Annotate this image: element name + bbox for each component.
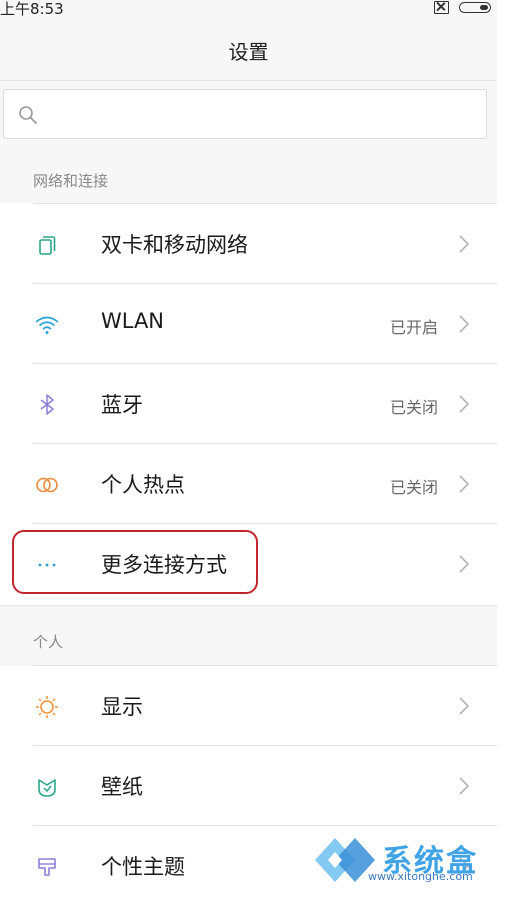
more-icon <box>38 563 56 567</box>
section-header-personal: 个人 <box>0 605 497 666</box>
settings-item-label: 蓝牙 <box>101 393 143 417</box>
settings-item-label: 双卡和移动网络 <box>101 233 248 257</box>
divider <box>33 825 497 826</box>
divider <box>33 443 497 444</box>
wallpaper-icon <box>38 779 56 797</box>
settings-item-label: 显示 <box>101 695 143 719</box>
bluetooth-icon <box>40 394 54 415</box>
settings-item-value: 已关闭 <box>389 398 438 417</box>
section-header-network: 网络和连接 <box>0 150 497 203</box>
settings-item-label: 个人热点 <box>101 473 185 497</box>
section-label: 网络和连接 <box>33 172 109 190</box>
wifi-icon <box>35 316 59 334</box>
divider <box>33 665 497 666</box>
settings-item-value: 已开启 <box>389 318 438 337</box>
sun-icon <box>36 696 58 718</box>
search-area <box>0 81 497 150</box>
settings-item-more-connections[interactable]: 更多连接方式 <box>0 523 497 603</box>
settings-screen: 上午8:53 设置 网络和连接 双卡和移动网络 WLAN 已开启 蓝牙 已关闭 … <box>0 0 497 891</box>
chevron-right-icon <box>459 777 470 795</box>
settings-item-label: 更多连接方式 <box>101 553 227 577</box>
right-edge <box>497 0 505 891</box>
settings-item-label: WLAN <box>101 309 165 333</box>
chevron-right-icon <box>459 235 470 253</box>
divider <box>33 283 497 284</box>
search-input[interactable] <box>3 89 487 139</box>
sim-icon <box>434 1 449 14</box>
chevron-right-icon <box>459 395 470 413</box>
status-time: 上午8:53 <box>0 0 64 18</box>
divider <box>33 745 497 746</box>
chevron-right-icon <box>459 475 470 493</box>
status-bar: 上午8:53 <box>0 0 497 20</box>
settings-item-wlan[interactable]: WLAN 已开启 <box>0 283 497 363</box>
chevron-right-icon <box>459 315 470 333</box>
theme-icon <box>38 858 56 876</box>
status-icons <box>434 1 491 14</box>
settings-item-hotspot[interactable]: 个人热点 已关闭 <box>0 443 497 523</box>
header: 设置 <box>0 20 497 81</box>
watermark: 系统盒 www.xitonghe.com <box>310 830 500 891</box>
settings-item-value: 已关闭 <box>389 478 438 497</box>
sim-cards-icon <box>39 236 56 255</box>
settings-item-bluetooth[interactable]: 蓝牙 已关闭 <box>0 363 497 443</box>
settings-item-sim[interactable]: 双卡和移动网络 <box>0 203 497 283</box>
divider <box>33 523 497 524</box>
settings-item-label: 个性主题 <box>101 855 185 879</box>
chevron-right-icon <box>459 555 470 573</box>
settings-item-wallpaper[interactable]: 壁纸 <box>0 745 497 825</box>
divider <box>33 363 497 364</box>
battery-icon <box>459 2 491 13</box>
section-label: 个人 <box>33 633 64 651</box>
hotspot-icon <box>36 477 58 493</box>
page-title: 设置 <box>228 39 269 64</box>
settings-item-label: 壁纸 <box>101 775 143 799</box>
chevron-right-icon <box>459 697 470 715</box>
search-icon <box>19 106 37 124</box>
settings-item-display[interactable]: 显示 <box>0 665 497 745</box>
watermark-url: www.xitonghe.com <box>368 870 473 883</box>
divider <box>33 203 497 204</box>
